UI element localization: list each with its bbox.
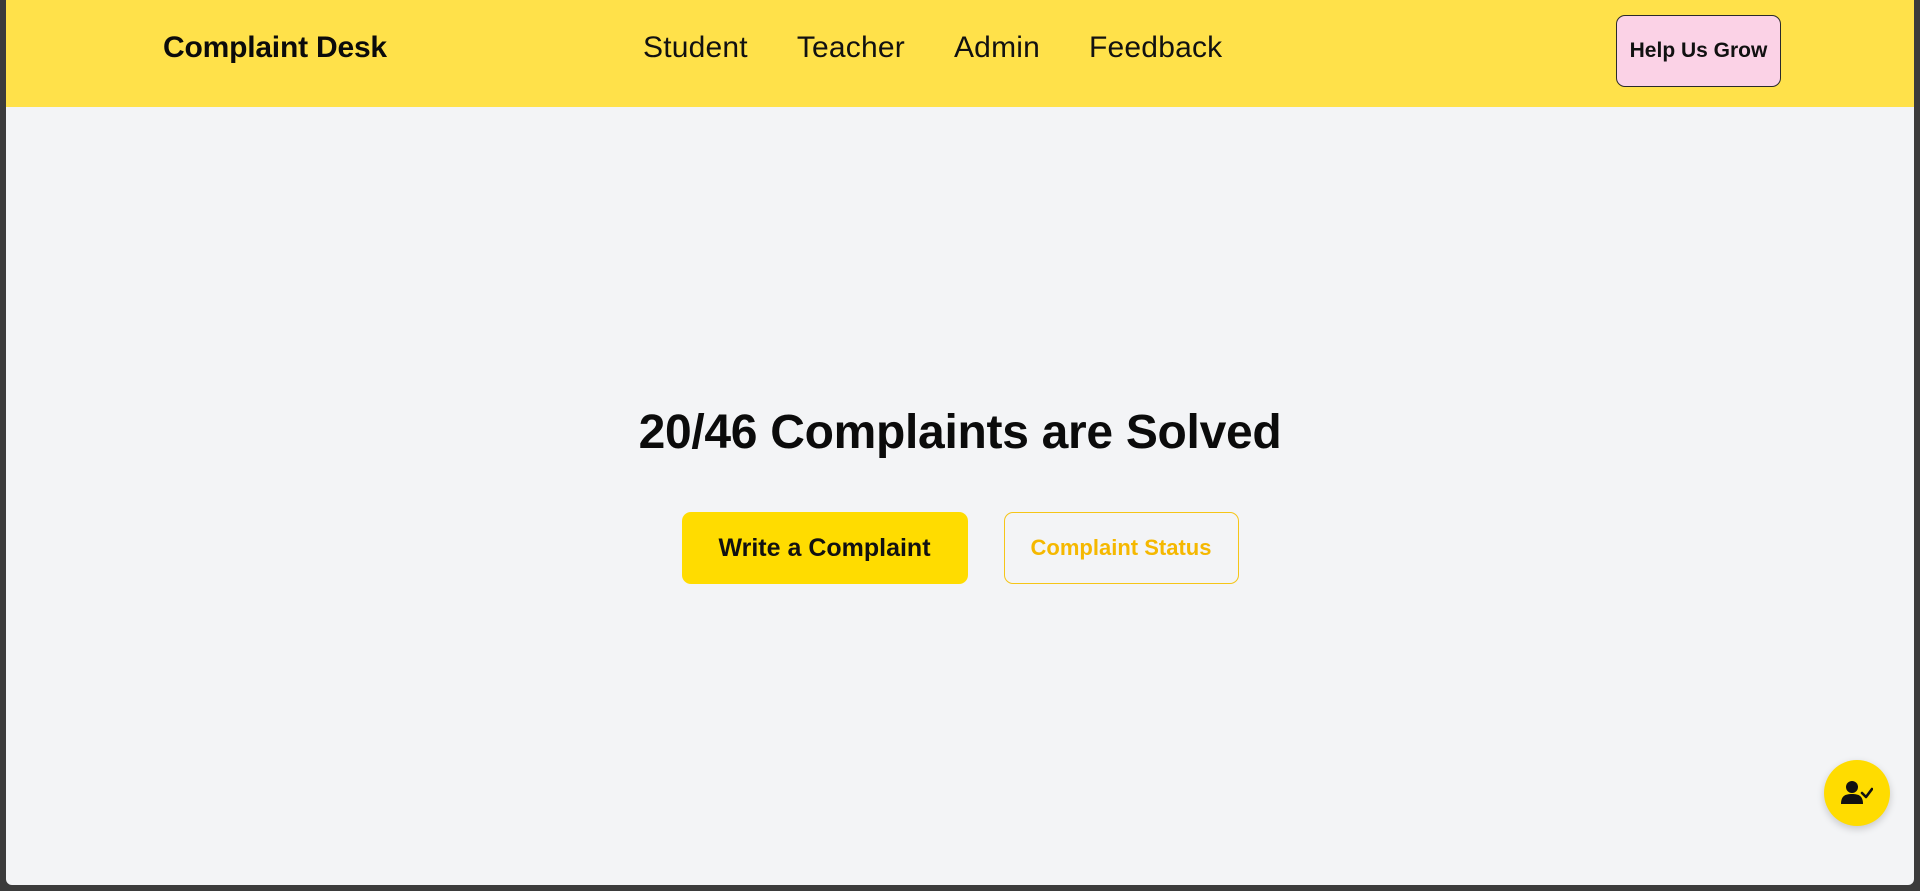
hero-section: 20/46 Complaints are Solved <box>6 405 1914 460</box>
nav-item-teacher: Teacher <box>797 31 905 65</box>
nav-item-student: Student <box>643 31 748 65</box>
solved-count-heading: 20/46 Complaints are Solved <box>638 406 1282 459</box>
nav-link-admin[interactable]: Admin <box>954 31 1040 64</box>
brand-logo-text[interactable]: Complaint Desk <box>163 31 387 65</box>
nav-link-feedback[interactable]: Feedback <box>1089 31 1222 64</box>
app-frame: Complaint Desk Student Teacher Admin Fee… <box>6 0 1914 885</box>
nav-link-teacher[interactable]: Teacher <box>797 31 905 64</box>
nav-links: Student Teacher Admin Feedback <box>643 31 1222 65</box>
write-complaint-button[interactable]: Write a Complaint <box>681 512 968 584</box>
hero-actions: Write a Complaint Complaint Status <box>6 512 1914 584</box>
navbar: Complaint Desk Student Teacher Admin Fee… <box>6 0 1914 107</box>
user-check-icon <box>1841 780 1873 806</box>
nav-link-student[interactable]: Student <box>643 31 748 64</box>
nav-item-feedback: Feedback <box>1089 31 1222 65</box>
complaint-status-button[interactable]: Complaint Status <box>1003 512 1239 584</box>
user-check-fab-button[interactable] <box>1824 760 1890 826</box>
nav-item-admin: Admin <box>954 31 1040 65</box>
help-us-grow-button[interactable]: Help Us Grow <box>1616 15 1781 87</box>
